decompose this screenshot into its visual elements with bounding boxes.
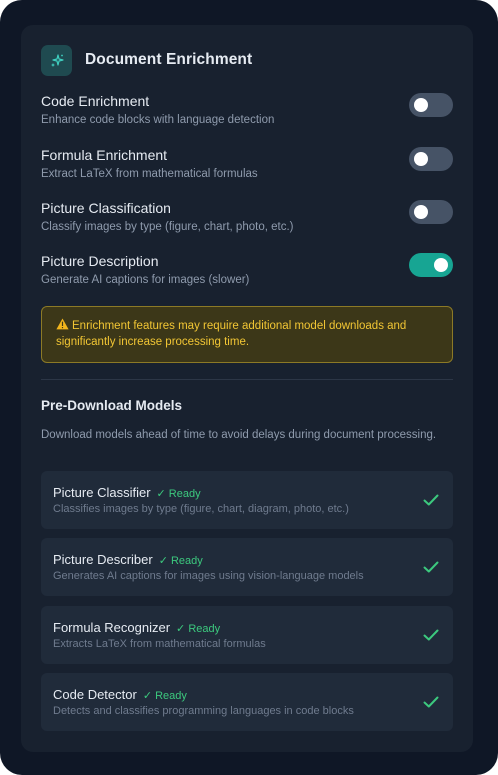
code-enrichment-toggle[interactable] [409, 93, 453, 117]
toggle-knob [414, 205, 428, 219]
model-status-badge: ✓ Ready [158, 555, 203, 567]
model-status-badge: ✓ Ready [176, 623, 221, 635]
setting-formula-enrichment: Formula Enrichment Extract LaTeX from ma… [41, 147, 453, 187]
setting-picture-description: Picture Description Generate AI captions… [41, 253, 453, 293]
warning-icon [56, 318, 69, 334]
setting-description: Classify images by type (figure, chart, … [41, 221, 294, 233]
setting-description: Extract LaTeX from mathematical formulas [41, 168, 258, 180]
check-icon [421, 625, 441, 645]
model-card-picture-describer: Picture Describer ✓ Ready Generates AI ca… [41, 538, 453, 596]
model-name: Formula Recognizer [53, 620, 171, 635]
sparkles-icon [41, 45, 72, 76]
model-card-picture-classifier: Picture Classifier ✓ Ready Classifies ima… [41, 471, 453, 529]
model-card-code-detector: Code Detector ✓ Ready Detects and classif… [41, 673, 453, 731]
setting-description: Generate AI captions for images (slower) [41, 274, 250, 286]
setting-title: Picture Description [41, 253, 159, 269]
toggle-knob [414, 98, 428, 112]
setting-picture-classification: Picture Classification Classify images b… [41, 200, 453, 240]
setting-code-enrichment: Code Enrichment Enhance code blocks with… [41, 93, 453, 133]
model-description: Extracts LaTeX from mathematical formula… [53, 638, 266, 650]
check-icon [421, 557, 441, 577]
toggle-knob [434, 258, 448, 272]
formula-enrichment-toggle[interactable] [409, 147, 453, 171]
model-description: Detects and classifies programming langu… [53, 705, 354, 717]
model-name: Picture Classifier [53, 485, 151, 500]
warning-banner: Enrichment features may require addition… [41, 306, 453, 363]
setting-description: Enhance code blocks with language detect… [41, 114, 275, 126]
picture-classification-toggle[interactable] [409, 200, 453, 224]
model-status-badge: ✓ Ready [142, 690, 187, 702]
setting-title: Formula Enrichment [41, 147, 168, 163]
model-name: Code Detector [53, 687, 137, 702]
setting-title: Picture Classification [41, 200, 171, 216]
models-section-description: Download models ahead of time to avoid d… [41, 429, 437, 441]
check-icon [421, 490, 441, 510]
panel-title: Document Enrichment [85, 51, 253, 68]
app-frame: Document Enrichment Code Enrichment Enha… [0, 0, 498, 775]
models-section-title: Pre-Download Models [41, 398, 183, 413]
check-icon [421, 692, 441, 712]
model-description: Classifies images by type (figure, chart… [53, 503, 349, 515]
setting-title: Code Enrichment [41, 93, 150, 109]
warning-text: Enrichment features may require addition… [56, 320, 407, 348]
model-status-badge: ✓ Ready [156, 488, 201, 500]
model-name: Picture Describer [53, 552, 153, 567]
document-enrichment-panel: Document Enrichment Code Enrichment Enha… [21, 25, 473, 752]
picture-description-toggle[interactable] [409, 253, 453, 277]
toggle-knob [414, 152, 428, 166]
model-card-formula-recognizer: Formula Recognizer ✓ Ready Extracts LaTeX… [41, 606, 453, 664]
model-description: Generates AI captions for images using v… [53, 570, 364, 582]
section-divider [41, 379, 453, 380]
